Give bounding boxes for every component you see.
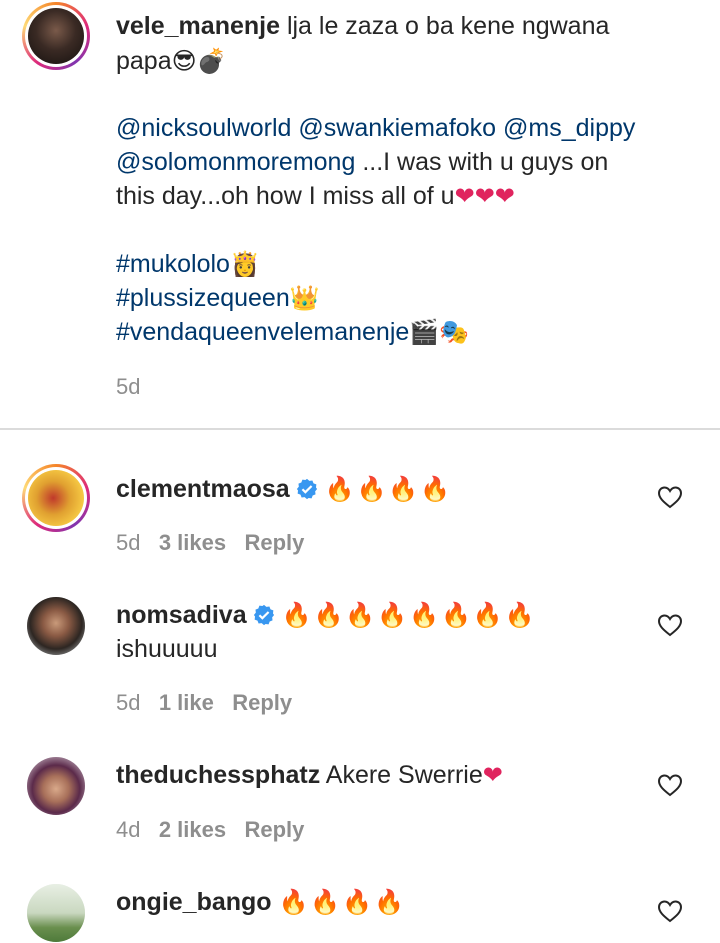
comment-emoji: 🔥🔥🔥🔥🔥🔥🔥🔥 bbox=[281, 601, 537, 629]
like-comment-button[interactable] bbox=[657, 899, 683, 923]
hashtag-vendaqueenvelemanenje[interactable]: #vendaqueenvelemanenje bbox=[116, 318, 409, 346]
hashtag-line-1: #mukololo👸 bbox=[116, 247, 260, 281]
like-comment-button[interactable] bbox=[657, 613, 683, 637]
comment-time: 5d bbox=[116, 530, 141, 555]
comment-likes-count[interactable]: 1 like bbox=[159, 690, 214, 715]
hashtag-line-3: #vendaqueenvelemanenje🎬🎭 bbox=[116, 315, 469, 349]
comment-text: Akere Swerrie bbox=[320, 761, 483, 789]
hashtag-line-2: #plussizequeen👑 bbox=[116, 281, 320, 315]
caption-line-mention2: @solomonmoremong ...I was with u guys on bbox=[116, 145, 608, 179]
comment-avatar-clementmaosa[interactable] bbox=[22, 464, 90, 532]
comment-emoji: 🔥🔥🔥🔥 bbox=[324, 475, 453, 503]
comment-username[interactable]: ongie_bango bbox=[116, 888, 272, 916]
comment-avatar-ongie-bango[interactable] bbox=[27, 884, 85, 942]
comment-emoji: ❤ bbox=[482, 761, 503, 789]
verified-badge-icon bbox=[253, 604, 274, 626]
verified-badge-icon bbox=[296, 478, 317, 500]
comment-username[interactable]: nomsadiva bbox=[116, 601, 247, 629]
comment-likes-count[interactable]: 2 likes bbox=[159, 817, 226, 842]
comment-body: theduchessphatz Akere Swerrie❤ bbox=[116, 758, 503, 792]
heart-outline-icon bbox=[657, 486, 683, 509]
hashtag-mukololo[interactable]: #mukololo bbox=[116, 250, 230, 278]
caption-timestamp: 5d bbox=[116, 374, 141, 399]
comment-meta: 5d 3 likes Reply bbox=[116, 530, 304, 556]
heart-outline-icon bbox=[657, 900, 683, 923]
comment-avatar-theduchessphatz[interactable] bbox=[27, 757, 85, 815]
reply-button[interactable]: Reply bbox=[232, 690, 292, 715]
caption-line-2: papa😎💣 bbox=[116, 44, 227, 78]
comment-time: 4d bbox=[116, 817, 141, 842]
caption-text-1: lja le zaza o ba kene ngwana bbox=[280, 12, 610, 40]
hashtag-plussizequeen[interactable]: #plussizequeen bbox=[116, 284, 290, 312]
comment-body: ongie_bango 🔥🔥🔥🔥 bbox=[116, 885, 406, 919]
caption-line-1: vele_manenje lja le zaza o ba kene ngwan… bbox=[116, 9, 609, 43]
hashtag3-emoji: 🎬🎭 bbox=[409, 318, 470, 346]
caption-text-2: papa bbox=[116, 47, 172, 75]
caption-emoji-3: ❤❤❤ bbox=[454, 182, 515, 210]
reply-button[interactable]: Reply bbox=[244, 530, 304, 555]
comment-body: nomsadiva 🔥🔥🔥🔥🔥🔥🔥🔥 bbox=[116, 598, 537, 632]
mention-solomonmoremong[interactable]: @solomonmoremong bbox=[116, 148, 355, 176]
comment-meta: 4d 2 likes Reply bbox=[116, 817, 304, 843]
comment-avatar-nomsadiva[interactable] bbox=[27, 597, 85, 655]
hashtag2-emoji: 👑 bbox=[289, 284, 320, 312]
comment-username[interactable]: clementmaosa bbox=[116, 475, 290, 503]
reply-button[interactable]: Reply bbox=[244, 817, 304, 842]
caption-text-3: this day...oh how I miss all of u bbox=[116, 182, 455, 210]
hashtag1-emoji: 👸 bbox=[229, 250, 260, 278]
heart-outline-icon bbox=[657, 774, 683, 797]
like-comment-button[interactable] bbox=[657, 773, 683, 797]
caption-line-3: this day...oh how I miss all of u❤❤❤ bbox=[116, 179, 515, 213]
comment-likes-count[interactable]: 3 likes bbox=[159, 530, 226, 555]
comment-time: 5d bbox=[116, 690, 141, 715]
heart-outline-icon bbox=[657, 614, 683, 637]
comment-username[interactable]: theduchessphatz bbox=[116, 761, 320, 789]
caption-author-avatar[interactable] bbox=[22, 2, 90, 70]
comment-emoji: 🔥🔥🔥🔥 bbox=[278, 888, 407, 916]
caption-text-mention-rest: ...I was with u guys on bbox=[355, 148, 609, 176]
caption-username[interactable]: vele_manenje bbox=[116, 12, 280, 40]
post-caption: vele_manenje lja le zaza o ba kene ngwan… bbox=[0, 0, 720, 428]
comment-body: clementmaosa 🔥🔥🔥🔥 bbox=[116, 472, 452, 506]
caption-divider bbox=[0, 428, 720, 430]
caption-emoji-2: 😎💣 bbox=[171, 47, 227, 75]
comment-text: ishuuuuu bbox=[116, 635, 218, 663]
comment-meta: 5d 1 like Reply bbox=[116, 690, 292, 716]
caption-mentions[interactable]: @nicksoulworld @swankiemafoko @ms_dippy bbox=[116, 111, 635, 145]
like-comment-button[interactable] bbox=[657, 485, 683, 509]
